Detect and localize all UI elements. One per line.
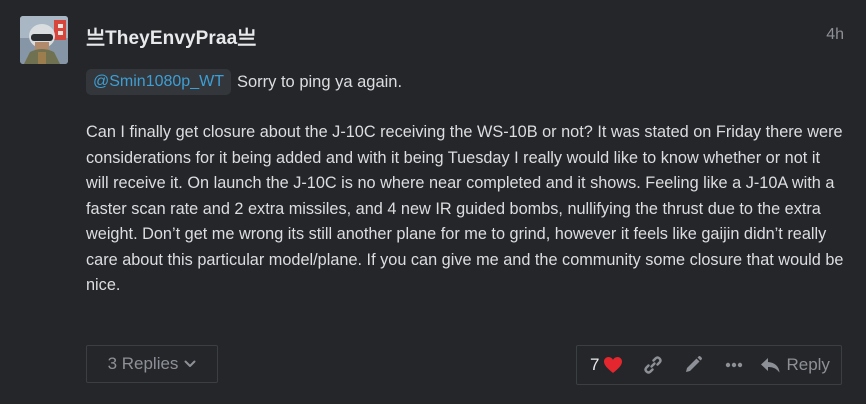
reply-arrow-icon: [761, 357, 780, 373]
ellipsis-icon[interactable]: [725, 362, 743, 368]
reply-button[interactable]: Reply: [761, 355, 830, 375]
forum-post: 亗TheyEnvyPraa亗 4h @Smin1080p_WT Sorry to…: [0, 0, 866, 404]
replies-label: 3 Replies: [107, 354, 179, 373]
show-replies-button[interactable]: 3 Replies: [86, 345, 218, 383]
heart-icon: [603, 356, 623, 374]
link-icon[interactable]: [643, 355, 663, 375]
chevron-down-icon: [184, 360, 196, 368]
like-count: 7: [590, 355, 600, 374]
avatar[interactable]: [20, 16, 68, 64]
post-author-username[interactable]: 亗TheyEnvyPraa亗: [86, 23, 256, 50]
mention-text: Sorry to ping ya again.: [236, 72, 403, 91]
avatar-image: [20, 16, 68, 64]
post-actions: 7 Reply: [576, 345, 842, 385]
post-age[interactable]: 4h: [826, 26, 844, 44]
user-mention-link[interactable]: @Smin1080p_WT: [86, 69, 231, 95]
post-body: Can I finally get closure about the J-10…: [86, 123, 844, 294]
like-button[interactable]: 7: [590, 355, 623, 375]
pencil-icon[interactable]: [683, 355, 703, 375]
mention-line: @Smin1080p_WT Sorry to ping ya again.: [86, 68, 402, 96]
reply-label: Reply: [786, 355, 830, 374]
